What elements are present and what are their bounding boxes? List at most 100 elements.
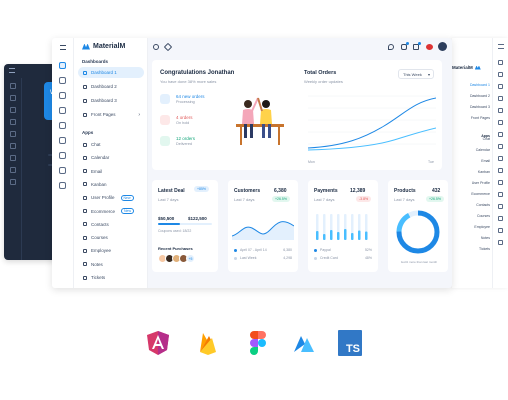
sidebar-item-dashboard[interactable]: Dashboard 2 (78, 81, 144, 92)
right-nav-item[interactable]: Email (481, 159, 490, 163)
welcome-stat-value: 4 orders (176, 115, 193, 120)
dark-rail-icon (9, 107, 16, 113)
customers-card: Customers 6,380 Last 7 days +26.5% April… (228, 180, 298, 272)
rail-docs-icon[interactable] (59, 182, 66, 189)
avatar[interactable] (438, 42, 447, 51)
right-nav-item[interactable]: Front Pages (471, 116, 490, 120)
latest-deal-title: Latest Deal (158, 188, 185, 194)
payments-bar (365, 231, 368, 240)
right-rail-icon[interactable] (498, 240, 503, 245)
sidebar-item-dashboard[interactable]: Dashboard 1 (78, 67, 144, 78)
welcome-stat-label: On hold (176, 121, 190, 125)
rail-pages-icon[interactable] (59, 92, 66, 99)
sidebar-item-app[interactable]: Ecommerce New (78, 206, 144, 217)
nav-icon (83, 98, 87, 103)
sidebar-item-label: Email (91, 168, 103, 174)
dark-rail-icon (9, 167, 16, 173)
right-rail-icon[interactable] (498, 132, 503, 137)
right-rail-icon[interactable] (498, 180, 503, 185)
sidebar-item-label: Calendar (91, 155, 110, 161)
rail-auth-icon[interactable] (59, 167, 66, 174)
sidebar-item-app[interactable]: Employee (78, 245, 144, 256)
customers-chart (232, 221, 294, 240)
right-rail-icon[interactable] (498, 84, 503, 89)
right-rail-icon[interactable] (498, 204, 503, 209)
total-orders-subtitle: Weekly order updates (304, 79, 343, 84)
right-nav-item[interactable]: User Profile (472, 181, 490, 185)
right-rail-icon[interactable] (498, 120, 503, 125)
dashboard-window: MaterialM Dashboards Dashboard 1 Dashboar… (52, 38, 452, 288)
right-nav-item[interactable]: Ecommerce (471, 192, 490, 196)
brand[interactable]: MaterialM (82, 43, 125, 50)
legend-value: 52% (364, 248, 372, 252)
right-rail-icon[interactable] (498, 144, 503, 149)
materialm-logo-icon (294, 336, 314, 352)
right-nav-item[interactable]: Notes (481, 236, 490, 240)
right-nav-item[interactable]: Contacts (476, 203, 490, 207)
payments-value: 12,389 (350, 188, 366, 194)
sidebar-item-label: Dashboard 3 (91, 98, 117, 103)
legend-dot (234, 249, 237, 252)
nav-icon (83, 222, 87, 227)
right-rail-icon[interactable] (498, 108, 503, 113)
more-avatars-badge[interactable]: +5 (186, 254, 195, 263)
cart-icon (160, 94, 170, 104)
rail-apps-icon[interactable] (59, 77, 66, 84)
search-icon[interactable] (153, 44, 159, 50)
legend-label: Paypal (320, 248, 331, 252)
right-nav-item[interactable]: Tickets (479, 247, 490, 251)
products-footer: two% more than last month (400, 260, 438, 264)
right-rail-icon[interactable] (498, 192, 503, 197)
rail-ui-icon[interactable] (59, 152, 66, 159)
right-rail-icon[interactable] (498, 72, 503, 77)
payments-chart (316, 214, 368, 240)
sidebar-item-app[interactable]: User Profile New (78, 192, 144, 203)
sidebar-item-app[interactable]: Chat (78, 139, 144, 150)
sidebar-item-dashboard[interactable]: Front Pages › (78, 109, 144, 120)
right-nav-item[interactable]: Dashboard 1 (470, 83, 490, 87)
link-icon[interactable] (163, 42, 173, 52)
sidebar-item-app[interactable]: Kanban (78, 179, 144, 190)
right-rail-icon[interactable] (498, 168, 503, 173)
right-rail-icon[interactable] (498, 60, 503, 65)
deal-progress-track (158, 223, 212, 225)
right-theme-preview: MaterialM Dashboard 1 Dashboard 2 Dashboar… (452, 38, 508, 288)
right-rail-icon[interactable] (498, 228, 503, 233)
sidebar-item-app[interactable]: Contacts (78, 219, 144, 230)
sidebar-item-label: Ecommerce (91, 208, 116, 214)
right-rail-icon[interactable] (498, 96, 503, 101)
latest-deal-value-right: $122,500 (188, 216, 207, 221)
nav-icon (83, 112, 87, 117)
menu-icon[interactable] (60, 45, 66, 50)
sidebar-item-app[interactable]: Courses (78, 232, 144, 243)
sidebar: MaterialM Dashboards Dashboard 1 Dashboar… (74, 38, 148, 288)
right-nav-item[interactable]: Dashboard 2 (470, 94, 490, 98)
right-nav-item[interactable]: Calendar (476, 148, 490, 152)
rail-charts-icon[interactable] (59, 137, 66, 144)
legend-dot (314, 249, 317, 252)
right-nav-item[interactable]: Dashboard 3 (470, 105, 490, 109)
nav-icon (83, 169, 87, 174)
flag-icon[interactable] (426, 44, 433, 50)
rail-tables-icon[interactable] (59, 122, 66, 129)
period-select[interactable]: This Week ▾ (398, 69, 434, 79)
payments-bar (330, 230, 333, 240)
sidebar-section-apps: Apps (82, 130, 94, 135)
right-rail-icon[interactable] (498, 216, 503, 221)
sidebar-item-app[interactable]: Tickets (78, 272, 144, 283)
sidebar-item-dashboard[interactable]: Dashboard 3 (78, 95, 144, 106)
rail-dashboard-icon[interactable] (59, 62, 66, 69)
nav-icon (83, 235, 87, 240)
sidebar-item-app[interactable]: Calendar (78, 152, 144, 163)
right-nav-item[interactable]: Kanban (478, 170, 490, 174)
nav-icon (83, 70, 87, 75)
sidebar-item-app[interactable]: Email (78, 166, 144, 177)
sidebar-item-app[interactable]: Notes (78, 259, 144, 270)
recent-purchases-avatars: +5 (158, 254, 195, 263)
right-rail-icon[interactable] (498, 156, 503, 161)
moon-icon[interactable] (388, 44, 394, 50)
right-nav-item[interactable]: Employee (474, 225, 490, 229)
rail-forms-icon[interactable] (59, 107, 66, 114)
customers-subtitle: Last 7 days (234, 197, 255, 202)
right-nav-item[interactable]: Courses (477, 214, 490, 218)
